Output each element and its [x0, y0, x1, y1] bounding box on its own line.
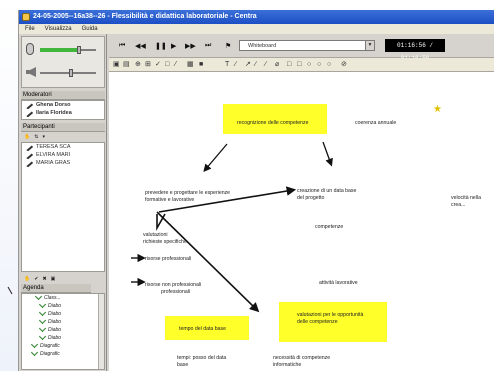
arrow-tool-icon[interactable]: ↗ — [245, 61, 251, 69]
checked-icon — [38, 324, 47, 333]
circle-tool-icon[interactable]: ○ — [307, 61, 311, 69]
save-icon[interactable]: ▣ — [113, 61, 120, 69]
arrow-line — [203, 143, 228, 172]
list-item[interactable]: Diagrafic — [22, 348, 104, 358]
media-toolbar: ⏮ ◀◀ ❚❚ ▶ ▶▶ ⏭ ⚑ Whiteboard ▼ 01:16:56 /… — [109, 34, 494, 62]
eraser-tool-icon[interactable]: ⌀ — [275, 61, 279, 69]
arrow-line — [156, 211, 260, 313]
moderators-list: Ghena Dorso Ilaria Floridea — [21, 100, 105, 120]
checked-icon — [34, 294, 43, 301]
list-item[interactable]: Class... — [22, 294, 104, 302]
arrow-line — [158, 186, 297, 213]
menu-bar: File Visualizza Guida — [19, 24, 494, 34]
check-tool-icon[interactable]: ✓ — [155, 61, 161, 69]
playback-time: 01:16:56 / 01:16:56 — [385, 39, 445, 62]
checked-icon — [38, 332, 47, 341]
agenda-tree: Class... Diabo Diabo Diabo Diabo Diabo D… — [21, 293, 105, 370]
circle-tool-2-icon[interactable]: ○ — [317, 61, 321, 69]
filter-icon[interactable]: ▾ — [42, 134, 45, 140]
mic-volume-slider[interactable] — [40, 46, 96, 54]
skip-back-button[interactable]: ⏮ — [119, 42, 125, 50]
microphone-icon[interactable] — [26, 43, 34, 55]
speaker-volume-slider[interactable] — [40, 69, 96, 77]
app-window: 24-05-2005--16a38--26 - Flessibilità e d… — [18, 10, 494, 371]
checked-icon — [30, 340, 39, 349]
pen-icon — [23, 159, 34, 167]
speaker-icon[interactable] — [26, 67, 36, 77]
print-icon[interactable]: ▤ — [123, 61, 130, 69]
line-tool-icon[interactable]: ∕ — [235, 61, 236, 69]
drawing-toolbar: ▣ ▤ ⊕ ⊞ ✓ □ ⁄ ▦ ■ T ∕ ↗ ∕ ∕ ⌀ □ □ ○ ○ ○ … — [109, 58, 494, 72]
chevron-down-icon[interactable]: ▼ — [365, 41, 374, 50]
list-item[interactable]: ELVIRA MARI — [22, 151, 104, 159]
highlighter-tool-icon[interactable]: ∕ — [265, 61, 266, 69]
content-select[interactable]: Whiteboard ▼ — [239, 40, 375, 51]
list-item[interactable]: Diabo — [22, 300, 104, 310]
agenda-header: Agenda — [21, 284, 91, 293]
sort-icon[interactable]: ⇅ — [34, 134, 38, 140]
agenda-toolbar: ✋ ✔ ✖ ▣ — [21, 274, 105, 283]
list-item[interactable]: TERESA SCA — [22, 143, 104, 151]
arrow-line — [322, 141, 333, 167]
chat-icon[interactable]: ▣ — [51, 276, 56, 282]
list-item[interactable]: Diabo — [22, 324, 104, 334]
whiteboard-canvas[interactable]: ★ recognizione delle competenze coerenza… — [109, 72, 494, 371]
hand-icon[interactable]: ✋ — [24, 276, 30, 282]
bookmark-icon[interactable]: ⚑ — [225, 42, 231, 50]
fill-color-icon[interactable]: ■ — [199, 61, 203, 69]
rectangle-tool-icon[interactable]: □ — [165, 61, 169, 69]
list-item[interactable]: Ghena Dorso — [22, 101, 104, 109]
left-panel: Moderatori Ghena Dorso Ilaria Floridea P… — [19, 34, 107, 371]
mic-volume-fill — [40, 48, 80, 52]
pause-button[interactable]: ❚❚ — [155, 42, 167, 50]
list-item[interactable]: Diabo — [22, 308, 104, 318]
pen-tool-icon[interactable]: ⁄ — [175, 61, 176, 69]
desktop-background — [0, 0, 18, 371]
square-tool-2-icon[interactable]: □ — [297, 61, 301, 69]
moderators-header: Moderatori — [21, 91, 105, 100]
speaker-volume-knob[interactable] — [68, 69, 73, 77]
raise-hand-icon[interactable]: ✋ — [24, 134, 30, 140]
menu-view[interactable]: Visualizza — [45, 24, 72, 34]
pattern-icon[interactable]: ▦ — [187, 61, 194, 69]
menu-help[interactable]: Guida — [82, 24, 98, 34]
pen-icon — [23, 151, 34, 159]
square-tool-icon[interactable]: □ — [287, 61, 291, 69]
skip-forward-button[interactable]: ⏭ — [205, 42, 211, 50]
list-item[interactable]: MARIA GRAS — [22, 159, 104, 167]
whiteboard-arrows — [131, 141, 333, 313]
checked-icon — [38, 308, 47, 317]
list-item[interactable]: Diabo — [22, 316, 104, 326]
pen-icon — [23, 143, 34, 151]
check-icon[interactable]: ✔ — [34, 276, 38, 282]
participants-toolbar: ✋ ⇅ ▾ — [21, 132, 105, 141]
zoom-icon[interactable]: ⊕ — [135, 61, 141, 69]
participants-header: Partecipanti — [21, 123, 105, 132]
checked-icon — [38, 316, 47, 325]
grid-icon[interactable]: ⊞ — [145, 61, 151, 69]
cross-icon[interactable]: ✖ — [42, 276, 46, 282]
audio-controls — [21, 36, 105, 88]
mic-volume-knob[interactable] — [77, 46, 82, 54]
checked-icon — [38, 300, 47, 309]
checked-icon — [30, 348, 39, 357]
no-entry-icon[interactable]: ⊘ — [341, 61, 347, 69]
fast-forward-button[interactable]: ▶▶ — [185, 42, 196, 50]
text-tool-icon[interactable]: T — [225, 61, 229, 69]
ellipse-tool-icon[interactable]: ○ — [327, 61, 331, 69]
freehand-tool-icon[interactable]: ∕ — [255, 61, 256, 69]
pen-icon — [23, 109, 34, 117]
agenda-scrollbar[interactable] — [98, 294, 104, 369]
title-bar[interactable]: 24-05-2005--16a38--26 - Flessibilità e d… — [19, 10, 494, 24]
list-item[interactable]: Ilaria Floridea — [22, 109, 104, 117]
window-title: 24-05-2005--16a38--26 - Flessibilità e d… — [33, 13, 257, 20]
play-button[interactable]: ▶ — [171, 42, 176, 50]
rewind-button[interactable]: ◀◀ — [135, 42, 146, 50]
participants-list: TERESA SCA ELVIRA MARI MARIA GRAS — [21, 142, 105, 272]
menu-file[interactable]: File — [25, 24, 35, 34]
pen-icon — [23, 101, 34, 109]
app-icon — [22, 13, 30, 21]
